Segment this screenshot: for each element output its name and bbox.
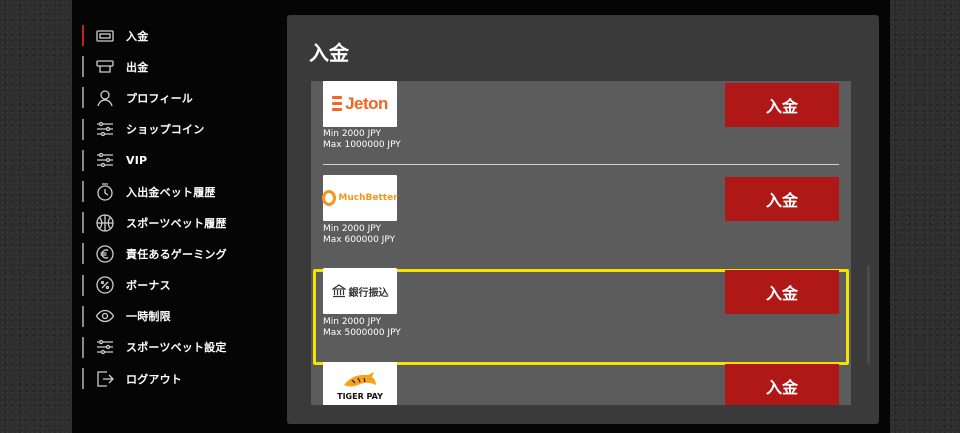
history-icon [94,181,116,203]
max-limit: Max 600000 JPY [323,235,396,245]
sidebar-item-shop-coin[interactable]: ショップコイン [82,114,282,145]
min-limit: Min 2000 JPY [323,129,381,139]
item-indicator [82,180,84,202]
jeton-logo-text: Jeton [345,94,388,113]
sliders-icon [94,118,116,140]
sidebar-item-transaction-history[interactable]: 入出金ベット履歴 [82,176,282,207]
tigerpay-logo: TIGER PAY [323,362,397,405]
item-indicator [82,149,84,171]
sidebar-item-label: 出金 [126,60,149,74]
item-indicator [82,212,84,234]
euro-icon [94,243,116,265]
sidebar-item-bonus[interactable]: ボーナス [82,270,282,301]
sidebar-item-label: VIP [126,153,148,167]
tigerpay-logo-text: TIGER PAY [337,392,383,401]
sidebar-item-withdraw[interactable]: 出金 [82,51,282,82]
item-indicator [82,336,84,358]
deposit-button-muchbetter[interactable]: 入金 [725,177,839,221]
sidebar-item-label: 一時制限 [126,310,171,324]
percent-icon [94,274,116,296]
limits: Min 2000 JPY Max 600000 JPY [323,224,395,246]
background-texture-right [890,0,960,433]
sidebar-item-label: ショップコイン [126,123,205,137]
tiger-icon [343,372,376,387]
deposit-button-bank-transfer[interactable]: 入金 [725,270,839,314]
sidebar-item-profile[interactable]: プロフィール [82,82,282,113]
account-frame: 入金 出金 プロフィール ショップコイン VIP 入出金ベット履歴 スポーツベッ… [72,0,890,433]
user-icon [94,87,116,109]
sidebar-item-label: 入出金ベット履歴 [126,185,216,199]
deposit-button-tigerpay[interactable]: 入金 [725,364,839,405]
item-indicator [82,305,84,327]
max-limit: Max 5000000 JPY [323,328,401,338]
sidebar-item-temporary-limit[interactable]: 一時制限 [82,301,282,332]
sliders-icon [94,149,116,171]
limits: Min 2000 JPY Max 1000000 JPY [323,129,401,151]
sidebar-item-sports-history[interactable]: スポーツベット履歴 [82,207,282,238]
deposit-icon [94,25,116,47]
row-divider [323,164,839,165]
muchbetter-mark-icon [322,190,337,206]
page-title: 入金 [309,41,349,65]
sidebar-item-label: ボーナス [126,279,171,293]
ball-icon [94,212,116,234]
sidebar-item-logout[interactable]: ログアウト [82,363,282,394]
bank-transfer-logo: 銀行振込 [323,268,397,314]
sidebar-item-label: プロフィール [126,91,193,105]
item-indicator [82,243,84,265]
item-indicator [82,118,84,140]
logout-icon [94,368,116,390]
sidebar-item-label: スポーツベット設定 [126,341,227,355]
muchbetter-logo: MuchBetter [322,175,398,221]
min-limit: Min 2000 JPY [323,317,381,327]
jeton-mark-icon [332,95,343,113]
eye-icon [94,305,116,327]
bank-icon [331,284,346,298]
sidebar-item-label: 責任あるゲーミング [126,247,227,261]
limits: Min 2000 JPY Max 5000000 JPY [323,317,401,339]
list-scrollbar-thumb[interactable] [867,265,870,365]
item-indicator [82,56,84,78]
background-texture-left [0,0,72,433]
sidebar-item-label: 入金 [126,29,149,43]
item-indicator [82,87,84,109]
active-indicator [82,25,84,46]
sidebar-item-label: ログアウト [126,372,182,386]
deposit-button-jeton[interactable]: 入金 [725,83,839,127]
sidebar-item-responsible-gaming[interactable]: 責任あるゲーミング [82,238,282,269]
jeton-logo: Jeton [323,81,397,127]
item-indicator [82,368,84,390]
sliders-icon [94,336,116,358]
bank-transfer-logo-text: 銀行振込 [348,287,389,299]
withdraw-icon [94,56,116,78]
min-limit: Min 2000 JPY [323,224,381,234]
muchbetter-logo-text: MuchBetter [338,193,398,203]
deposit-panel: 入金 Jeton 入金 Min 2000 JPY Max 1000000 JPY [287,15,879,424]
payment-method-list[interactable]: Jeton 入金 Min 2000 JPY Max 1000000 JPY Mu… [311,81,851,405]
max-limit: Max 1000000 JPY [323,140,401,150]
item-indicator [82,274,84,296]
sidebar-item-label: スポーツベット履歴 [126,216,227,230]
account-sidebar: 入金 出金 プロフィール ショップコイン VIP 入出金ベット履歴 スポーツベッ… [82,20,282,394]
sidebar-item-sports-settings[interactable]: スポーツベット設定 [82,332,282,363]
sidebar-item-deposit[interactable]: 入金 [82,20,282,51]
sidebar-item-vip[interactable]: VIP [82,145,282,176]
